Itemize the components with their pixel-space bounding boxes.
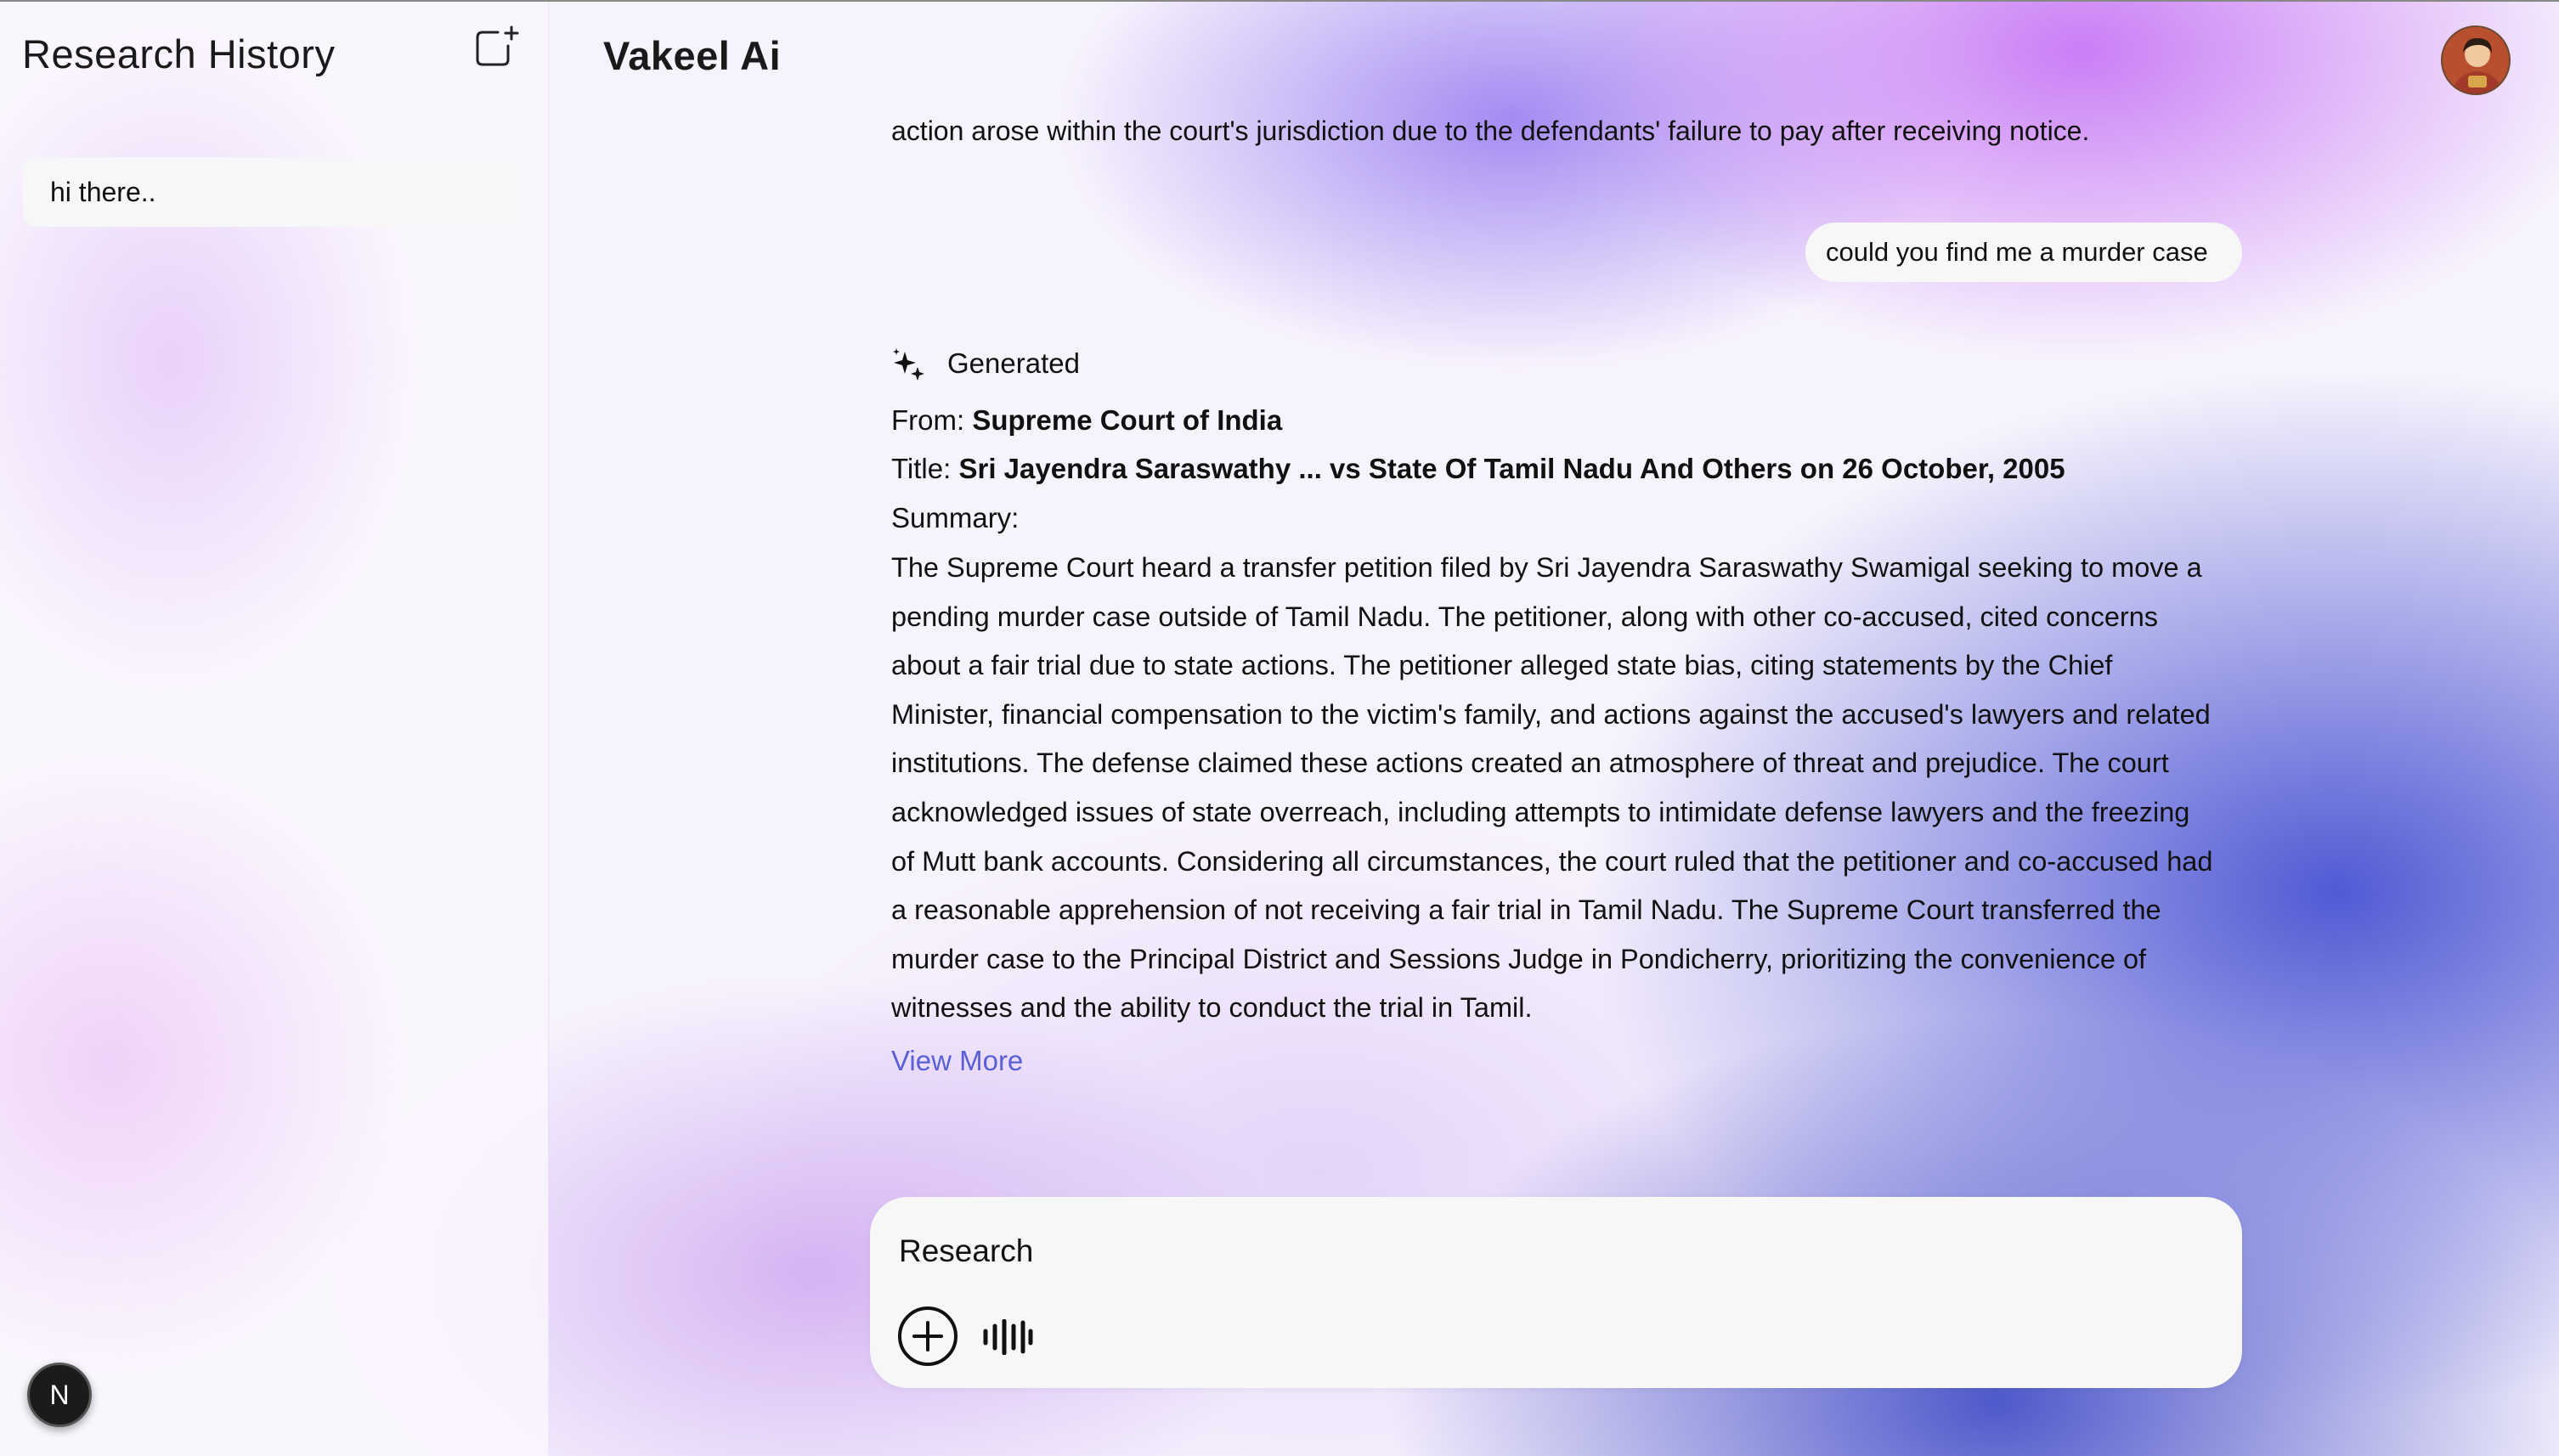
title-label: Title: bbox=[891, 453, 952, 484]
previous-message-tail: action arose within the court's jurisdic… bbox=[891, 116, 2090, 146]
from-field: From: Supreme Court of India bbox=[891, 404, 1282, 437]
summary-body: The Supreme Court heard a transfer petit… bbox=[891, 552, 2213, 1024]
view-more-link[interactable]: View More bbox=[891, 1045, 1023, 1077]
user-message-bubble: could you find me a murder case bbox=[1805, 223, 2242, 282]
app-title: Vakeel Ai bbox=[603, 33, 782, 78]
composer bbox=[870, 1197, 2242, 1388]
user-avatar[interactable] bbox=[2441, 25, 2511, 95]
plus-circle-icon[interactable] bbox=[897, 1306, 958, 1367]
from-value: Supreme Court of India bbox=[972, 404, 1283, 436]
from-label: From: bbox=[891, 404, 965, 436]
sparkle-icon bbox=[893, 348, 924, 381]
summary-label: Summary: bbox=[891, 502, 1020, 533]
generated-text: Generated bbox=[947, 347, 1080, 379]
sidebar: Research History hi there.. N bbox=[0, 2, 549, 1456]
title-field: Title: Sri Jayendra Saraswathy ... vs St… bbox=[891, 453, 2065, 485]
new-chat-icon[interactable] bbox=[472, 24, 520, 71]
research-input[interactable] bbox=[899, 1226, 2173, 1277]
sidebar-title: Research History bbox=[22, 31, 336, 76]
title-value: Sri Jayendra Saraswathy ... vs State Of … bbox=[958, 453, 2065, 484]
history-item[interactable]: hi there.. bbox=[23, 157, 521, 227]
voice-waveform-icon[interactable] bbox=[982, 1318, 1033, 1356]
n-badge[interactable]: N bbox=[27, 1363, 92, 1427]
generated-label: Generated bbox=[891, 347, 1080, 381]
